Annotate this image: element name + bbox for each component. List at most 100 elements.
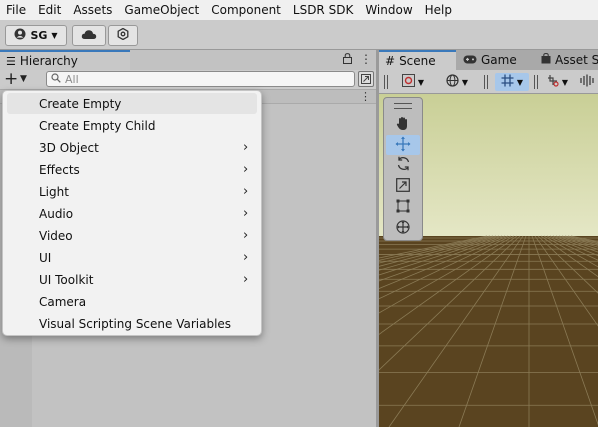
menu-item-video[interactable]: Video ›	[7, 225, 257, 246]
move-tool-button[interactable]	[386, 135, 420, 155]
menu-item-light[interactable]: Light ›	[7, 181, 257, 202]
chevron-down-icon: ▼	[561, 77, 569, 87]
chevron-right-icon: ›	[243, 272, 249, 287]
hand-icon	[396, 116, 410, 134]
menu-bar: File Edit Assets GameObject Component LS…	[0, 0, 598, 20]
search-icon	[51, 72, 61, 86]
chevron-down-icon: ▼	[516, 77, 524, 87]
hand-tool-button[interactable]	[386, 115, 420, 135]
menu-item-camera[interactable]: Camera	[7, 291, 257, 312]
chevron-right-icon: ›	[243, 228, 249, 243]
menu-item-label: Video	[39, 228, 73, 243]
account-button[interactable]: SG ▼	[5, 25, 67, 46]
transform-tool-button[interactable]	[386, 218, 420, 238]
audio-levels-icon	[580, 74, 594, 90]
account-label: SG	[30, 29, 48, 42]
move-icon	[395, 136, 411, 155]
menu-edit[interactable]: Edit	[32, 0, 67, 20]
gear-icon	[117, 27, 129, 43]
hash-icon: #	[385, 54, 396, 68]
chevron-down-icon[interactable]: ▼	[20, 74, 27, 84]
menu-component[interactable]: Component	[205, 0, 287, 20]
lock-icon[interactable]	[343, 53, 352, 67]
tool-palette	[383, 97, 423, 241]
menu-window[interactable]: Window	[359, 0, 418, 20]
tab-game[interactable]: Game	[457, 50, 533, 70]
grip-icon	[532, 73, 540, 91]
menu-gameobject[interactable]: GameObject	[118, 0, 205, 20]
draw-mode-icon	[401, 74, 415, 90]
search-placeholder: All	[65, 72, 79, 86]
scene-toolbar: ▼ ▼ ▼ ▼	[379, 70, 598, 94]
menu-item-label: Create Empty	[39, 96, 122, 111]
grip-icon	[382, 73, 390, 91]
grid-snap-button[interactable]: ▼	[495, 73, 529, 91]
cloud-icon	[81, 29, 97, 43]
tab-hierarchy[interactable]: ☰ Hierarchy	[0, 50, 130, 70]
chevron-right-icon: ›	[243, 184, 249, 199]
menu-assets[interactable]: Assets	[67, 0, 118, 20]
shopping-bag-icon	[541, 52, 551, 67]
menu-item-label: Camera	[39, 294, 87, 309]
menu-item-ui[interactable]: UI ›	[7, 247, 257, 268]
menu-item-label: Light	[39, 184, 69, 199]
scale-icon	[396, 177, 410, 195]
menu-item-label: 3D Object	[39, 140, 99, 155]
menu-item-label: Visual Scripting Scene Variables	[39, 316, 232, 331]
gizmo-icon	[546, 74, 559, 90]
chevron-right-icon: ›	[243, 250, 249, 265]
more-options-icon[interactable]: ⋮	[360, 52, 372, 66]
menu-item-3d-object[interactable]: 3D Object ›	[7, 137, 257, 158]
gizmos-button[interactable]: ▼	[542, 73, 572, 91]
rect-transform-icon	[396, 199, 410, 216]
search-input[interactable]: All	[46, 71, 355, 87]
menu-item-visual-scripting-scene-variables[interactable]: Visual Scripting Scene Variables	[7, 313, 257, 334]
tab-scene-label: Scene	[399, 54, 436, 68]
grip-icon	[482, 73, 490, 91]
chevron-right-icon: ›	[243, 140, 249, 155]
main-toolbar: SG ▼	[0, 20, 598, 50]
settings-button[interactable]	[108, 25, 138, 46]
menu-item-ui-toolkit[interactable]: UI Toolkit ›	[7, 269, 257, 290]
draw-mode-button[interactable]: ▼	[395, 73, 431, 91]
menu-file[interactable]: File	[0, 0, 32, 20]
rect-tool-button[interactable]	[386, 197, 420, 217]
list-icon: ☰	[6, 54, 16, 68]
menu-item-label: UI Toolkit	[39, 272, 94, 287]
chevron-down-icon: ▼	[461, 77, 469, 87]
grid-icon	[501, 74, 514, 90]
menu-item-label: Create Empty Child	[39, 118, 156, 133]
menu-item-label: Effects	[39, 162, 80, 177]
hierarchy-tab-label: Hierarchy	[19, 54, 78, 68]
menu-item-create-empty[interactable]: Create Empty	[7, 93, 257, 114]
chevron-down-icon: ▼	[417, 77, 425, 87]
tab-asset-store[interactable]: Asset S	[535, 50, 598, 70]
tab-scene[interactable]: # Scene	[379, 50, 456, 70]
menu-help[interactable]: Help	[419, 0, 458, 20]
rotate-tool-button[interactable]	[386, 155, 420, 175]
user-circle-icon	[14, 28, 26, 43]
palette-handle[interactable]	[394, 103, 412, 109]
view-options-button[interactable]: ▼	[439, 73, 475, 91]
menu-item-label: UI	[39, 250, 52, 265]
chevron-down-icon: ▼	[51, 31, 58, 40]
filter-icon[interactable]	[358, 71, 374, 87]
create-dropdown-menu: Create Empty Create Empty Child 3D Objec…	[2, 90, 262, 336]
menu-item-create-empty-child[interactable]: Create Empty Child	[7, 115, 257, 136]
transform-icon	[395, 219, 411, 238]
add-button[interactable]: +	[4, 70, 18, 88]
menu-lsdr-sdk[interactable]: LSDR SDK	[287, 0, 359, 20]
chevron-right-icon: ›	[243, 162, 249, 177]
tab-game-label: Game	[481, 53, 517, 67]
cloud-button[interactable]	[72, 25, 106, 46]
menu-item-effects[interactable]: Effects ›	[7, 159, 257, 180]
more-options-icon[interactable]: ⋮	[360, 90, 371, 103]
tab-asset-store-label: Asset S	[555, 53, 598, 67]
menu-item-audio[interactable]: Audio ›	[7, 203, 257, 224]
scale-tool-button[interactable]	[386, 176, 420, 196]
audio-toggle[interactable]	[578, 73, 596, 91]
rotate-icon	[396, 156, 411, 174]
menu-item-label: Audio	[39, 206, 74, 221]
gamepad-icon	[463, 53, 477, 67]
scene-tab-bar: # Scene Game Asset S	[379, 50, 598, 70]
